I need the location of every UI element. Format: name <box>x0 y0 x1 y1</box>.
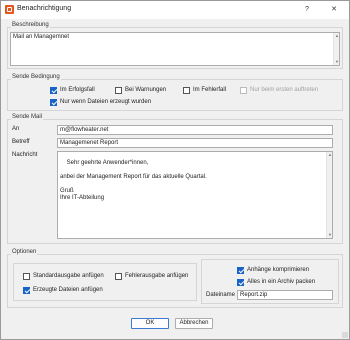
checkbox-archiv-packen[interactable]: Alles in ein Archiv packen <box>237 278 315 286</box>
checkbox-box[interactable] <box>23 286 30 294</box>
checkbox-fehlerausgabe[interactable]: Fehlerausgabe anfügen <box>115 272 188 280</box>
checkbox-label: Nur beim ersten auftreten <box>250 87 319 93</box>
beschreibung-textarea[interactable]: Mail an Managemnet ▲ ▼ <box>10 32 340 66</box>
checkbox-bei-warnungen[interactable]: Bei Warnungen <box>115 86 166 94</box>
beschreibung-scrollbar[interactable]: ▲ ▼ <box>333 33 339 65</box>
checkbox-nur-beim-ersten-auftreten[interactable]: Nur beim ersten auftreten <box>240 86 318 94</box>
checkbox-box[interactable] <box>237 278 244 286</box>
sende-bedingung-group <box>7 79 343 111</box>
checkbox-erzeugte-dateien[interactable]: Erzeugte Dateien anfügen <box>23 286 103 294</box>
beschreibung-group-label: Beschreibung <box>11 22 50 28</box>
help-button[interactable]: ? <box>301 4 313 15</box>
dateiname-label: Dateiname <box>206 292 236 298</box>
an-label: An <box>12 126 20 132</box>
checkbox-box[interactable] <box>115 86 122 94</box>
window-title: Benachrichtigung <box>17 5 72 12</box>
close-button[interactable]: ✕ <box>328 4 340 15</box>
checkbox-label: Erzeugte Dateien anfügen <box>33 287 103 293</box>
sende-mail-group-label: Sende Mail <box>11 114 44 120</box>
checkbox-box[interactable] <box>50 86 57 94</box>
nachricht-scrollbar[interactable]: ▲ ▼ <box>326 152 332 238</box>
nachricht-textarea[interactable]: Sehr geehrte Anwender*innen, anbei der M… <box>57 151 333 239</box>
checkbox-label: Im Erfolgsfall <box>60 87 95 93</box>
title-bar[interactable]: Benachrichtigung ? ✕ <box>1 1 349 19</box>
ok-button[interactable]: OK <box>131 318 169 329</box>
checkbox-box[interactable] <box>50 98 57 106</box>
resize-grip-icon[interactable] <box>342 332 348 338</box>
checkbox-label: Bei Warnungen <box>125 87 167 93</box>
checkbox-label: Fehlerausgabe anfügen <box>125 273 189 279</box>
checkbox-standardausgabe[interactable]: Standardausgabe anfügen <box>23 272 104 280</box>
optionen-group-label: Optionen <box>11 249 38 255</box>
scroll-up-icon[interactable]: ▲ <box>327 152 333 158</box>
betreff-input[interactable]: Managemenet Report <box>57 138 333 148</box>
beschreibung-value: Mail an Managemnet <box>13 34 70 40</box>
an-input[interactable]: m@flowheater.net <box>57 125 333 135</box>
checkbox-nur-wenn-dateien-erzeugt[interactable]: Nur wenn Dateien erzeugt wurden <box>50 98 151 106</box>
sende-bedingung-group-label: Sende Bedingung <box>11 74 61 80</box>
checkbox-label: Alles in ein Archiv packen <box>247 279 316 285</box>
checkbox-box[interactable] <box>183 86 190 94</box>
checkbox-im-erfolgsfall[interactable]: Im Erfolgsfall <box>50 86 95 94</box>
checkbox-box[interactable] <box>115 272 122 280</box>
checkbox-box[interactable] <box>240 86 247 94</box>
checkbox-label: Im Fehlerfall <box>193 87 227 93</box>
checkbox-box[interactable] <box>23 272 30 280</box>
scroll-down-icon[interactable]: ▼ <box>334 59 340 65</box>
betreff-label: Betreff <box>12 139 30 145</box>
scroll-down-icon[interactable]: ▼ <box>327 232 333 238</box>
nachricht-value: Sehr geehrte Anwender*innen, anbei der M… <box>60 160 207 201</box>
scroll-up-icon[interactable]: ▲ <box>334 33 340 39</box>
checkbox-label: Standardausgabe anfügen <box>33 273 104 279</box>
checkbox-im-fehlerfall[interactable]: Im Fehlerfall <box>183 86 226 94</box>
checkbox-box[interactable] <box>237 266 244 274</box>
notification-dialog: Benachrichtigung ? ✕ Beschreibung Mail a… <box>0 0 350 340</box>
cancel-button[interactable]: Abbrechen <box>175 318 213 329</box>
attachments-subgroup <box>13 263 197 301</box>
app-icon <box>5 5 14 14</box>
checkbox-anhaenge-komprimieren[interactable]: Anhänge komprimieren <box>237 266 309 274</box>
checkbox-label: Nur wenn Dateien erzeugt wurden <box>60 99 152 105</box>
checkbox-label: Anhänge komprimieren <box>247 267 310 273</box>
dateiname-input[interactable]: Report.zip <box>237 290 333 300</box>
nachricht-label: Nachricht <box>12 152 38 158</box>
